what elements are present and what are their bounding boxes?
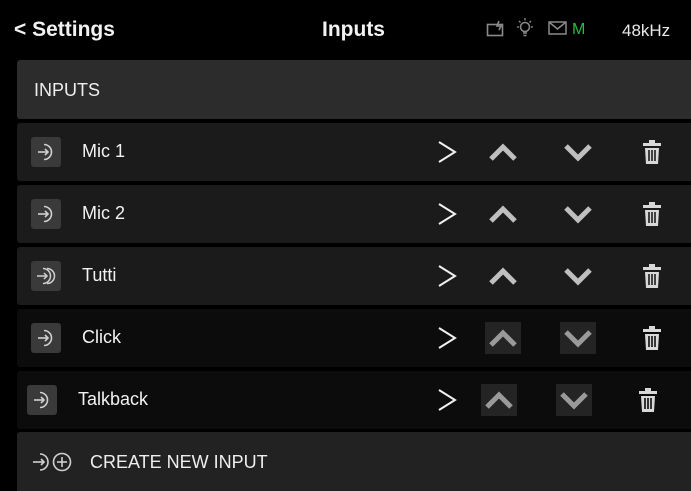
input-icon [31,323,61,353]
chevron-right-icon[interactable] [435,138,459,171]
input-row[interactable]: Click [17,309,691,367]
mail-icon [548,20,568,36]
input-row[interactable]: Mic 1 [17,123,691,181]
trash-icon[interactable] [642,263,662,294]
create-new-input-label: CREATE NEW INPUT [90,452,268,472]
input-name: Mic 1 [82,141,126,161]
chevron-up-icon[interactable] [485,260,521,292]
trash-icon[interactable] [642,139,662,170]
add-input-icon [31,450,75,479]
sample-rate: 48kHz [622,21,671,40]
input-icon [31,137,61,167]
chevron-down-icon[interactable] [560,260,596,292]
section-title: INPUTS [34,80,101,100]
chevron-right-icon[interactable] [435,386,459,419]
input-name: Talkback [78,389,149,409]
input-row[interactable]: Tutti [17,247,691,305]
input-name: Click [82,327,121,347]
create-new-input-button[interactable]: CREATE NEW INPUT [17,432,691,491]
chevron-down-icon[interactable] [556,384,592,416]
top-bar: < Settings Inputs M 48kHz [0,0,691,58]
trash-icon[interactable] [638,387,658,418]
input-row[interactable]: Mic 2 [17,185,691,243]
page-title: Inputs [322,18,385,41]
input-row[interactable]: Talkback [17,371,691,429]
stereo-input-icon [31,261,61,291]
monitor-icon [486,20,506,38]
chevron-right-icon[interactable] [435,200,459,233]
chevron-up-icon[interactable] [481,384,517,416]
chevron-down-icon[interactable] [560,136,596,168]
chevron-up-icon[interactable] [485,322,521,354]
chevron-right-icon[interactable] [435,262,459,295]
chevron-down-icon[interactable] [560,322,596,354]
trash-icon[interactable] [642,201,662,232]
chevron-down-icon[interactable] [560,198,596,230]
back-to-settings-button[interactable]: < Settings [14,18,115,42]
trash-icon[interactable] [642,325,662,356]
inputs-section-header: INPUTS [17,60,691,119]
input-name: Tutti [82,265,117,285]
input-icon [31,199,61,229]
m-indicator: M [572,21,586,38]
input-name: Mic 2 [82,203,126,223]
chevron-right-icon[interactable] [435,324,459,357]
chevron-up-icon[interactable] [485,136,521,168]
bulb-icon [514,17,536,39]
chevron-up-icon[interactable] [485,198,521,230]
input-icon [27,385,57,415]
